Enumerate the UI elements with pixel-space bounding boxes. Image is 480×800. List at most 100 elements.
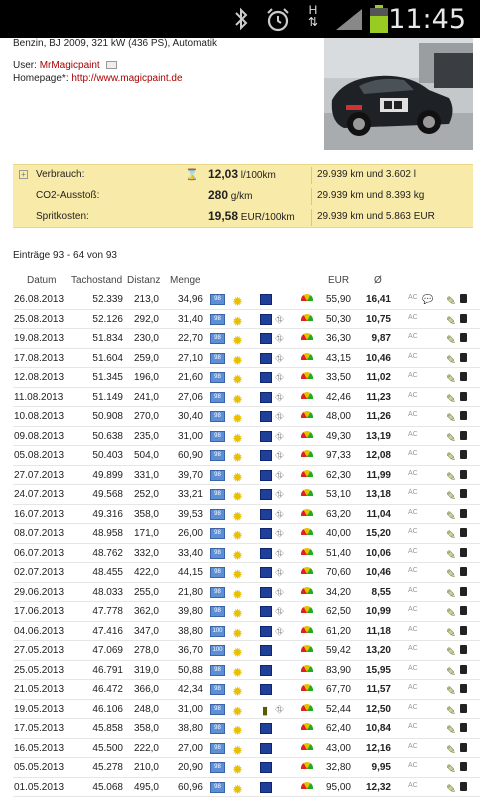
highway-icon [260,469,272,481]
delete-trash-icon[interactable] [460,586,467,596]
summary-info: 29.939 km und 5.863 EUR [317,211,435,222]
cell-distance: 255,0 [133,586,159,598]
table-row[interactable]: 11.08.2013 51.149 241,0 27,06 98 ✹ ⛗ 42,46 11,23… [13,388,480,407]
col-date[interactable]: Datum [27,275,56,286]
fuel-type-icon: 98 [210,469,225,481]
table-row[interactable]: 04.06.2013 47.416 347,0 38,80 100 ✹ ⛗ 61,20 11,1… [13,622,480,641]
edit-pencil-icon[interactable]: ✎ [446,392,456,406]
delete-trash-icon[interactable] [460,352,467,362]
delete-trash-icon[interactable] [460,742,467,752]
delete-trash-icon[interactable] [460,430,467,440]
edit-pencil-icon[interactable]: ✎ [446,567,456,581]
delete-trash-icon[interactable] [460,723,467,732]
cell-consumption: 10,06 [365,547,391,559]
edit-pencil-icon[interactable]: ✎ [446,606,456,620]
mail-icon[interactable] [105,61,117,70]
delete-trash-icon[interactable] [460,528,467,537]
table-row[interactable]: 19.05.2013 46.106 248,0 31,00 98 ✹ ▮ ⛗ 52,44 12,5… [13,700,480,719]
delete-trash-icon[interactable] [460,333,467,342]
delete-trash-icon[interactable] [460,450,467,459]
col-odometer[interactable]: Tachostand [71,275,122,286]
delete-trash-icon[interactable] [460,411,467,420]
edit-pencil-icon[interactable]: ✎ [446,684,456,698]
edit-pencil-icon[interactable]: ✎ [446,431,456,445]
edit-pencil-icon[interactable]: ✎ [446,743,456,757]
table-row[interactable]: 19.08.2013 51.834 230,0 22,70 98 ✹ ⛗ 36,30 9,87 A… [13,329,480,349]
table-row[interactable]: 10.08.2013 50.908 270,0 30,40 98 ✹ ⛗ 48,00 11,26… [13,407,480,427]
gauge-icon [301,703,313,711]
delete-trash-icon[interactable] [460,625,467,635]
delete-trash-icon[interactable] [460,469,467,479]
user-link[interactable]: MrMagicpaint [40,60,100,71]
edit-pencil-icon[interactable]: ✎ [446,509,456,523]
delete-trash-icon[interactable] [460,567,467,576]
table-row[interactable]: 25.08.2013 52.126 292,0 31,40 98 ✹ ⛗ 50,30 10,75… [13,310,480,329]
edit-pencil-icon[interactable]: ✎ [446,353,456,367]
edit-pencil-icon[interactable]: ✎ [446,548,456,562]
delete-trash-icon[interactable] [460,547,467,557]
edit-pencil-icon[interactable]: ✎ [446,587,456,601]
table-row[interactable]: 02.07.2013 48.455 422,0 44,15 98 ✹ ⛗ 70,60 10,46… [13,563,480,583]
edit-pencil-icon[interactable]: ✎ [446,704,456,718]
col-distance[interactable]: Distanz [127,275,160,286]
delete-trash-icon[interactable] [460,664,467,674]
col-consumption[interactable]: Ø [374,275,382,286]
table-row[interactable]: 26.08.2013 52.339 213,0 34,96 98 ✹ 55,90 16,41 A… [13,290,480,310]
table-row[interactable]: 27.07.2013 49.899 331,0 39,70 98 ✹ ⛗ 62,30 11,99… [13,466,480,485]
table-row[interactable]: 27.05.2013 47.069 278,0 36,70 100 ✹ 59,42 13,20… [13,641,480,661]
car-photo[interactable] [324,38,473,150]
edit-pencil-icon[interactable]: ✎ [446,333,456,347]
edit-pencil-icon[interactable]: ✎ [446,470,456,484]
cell-odometer: 51.604 [92,352,123,364]
table-row[interactable]: 16.07.2013 49.316 358,0 39,53 98 ✹ ⛗ 63,20 11,04… [13,505,480,524]
table-row[interactable]: 05.08.2013 50.403 504,0 60,90 98 ✹ ⛗ 97,33 12,08… [13,446,480,466]
col-eur[interactable]: EUR [328,275,349,286]
edit-pencil-icon[interactable]: ✎ [446,294,456,308]
delete-trash-icon[interactable] [460,781,467,791]
delete-trash-icon[interactable] [460,294,467,303]
table-row[interactable]: 17.05.2013 45.858 358,0 38,80 98 ✹ 62,40 10,84 A… [13,719,480,739]
edit-pencil-icon[interactable]: ✎ [446,489,456,503]
edit-pencil-icon[interactable]: ✎ [446,762,456,776]
delete-trash-icon[interactable] [460,703,467,713]
country-road-icon: ⛗ [275,450,284,462]
comment-icon[interactable]: 💬 [422,294,433,305]
delete-trash-icon[interactable] [460,762,467,771]
ac-icon: AC [408,430,418,438]
delete-trash-icon[interactable] [460,508,467,518]
table-row[interactable]: 12.08.2013 51.345 196,0 21,60 98 ✹ ⛗ 33,50 11,02… [13,368,480,388]
fuel-type-icon: 98 [210,528,225,539]
table-row[interactable]: 21.05.2013 46.472 366,0 42,34 98 ✹ 67,70 11,57 A… [13,680,480,700]
delete-trash-icon[interactable] [460,372,467,381]
table-row[interactable]: 05.05.2013 45.278 210,0 20,90 98 ✹ 32,80 9,95 AC… [13,758,480,778]
delete-trash-icon[interactable] [460,391,467,401]
table-row[interactable]: 09.08.2013 50.638 235,0 31,00 98 ✹ ⛗ 49,30 13,19… [13,427,480,446]
edit-pencil-icon[interactable]: ✎ [446,782,456,796]
table-row[interactable]: 17.06.2013 47.778 362,0 39,80 98 ✹ ⛗ 62,50 10,99… [13,602,480,622]
table-row[interactable]: 08.07.2013 48.958 171,0 26,00 98 ✹ ⛗ 40,00 15,20… [13,524,480,544]
edit-pencil-icon[interactable]: ✎ [446,411,456,425]
table-row[interactable]: 06.07.2013 48.762 332,0 33,40 98 ✹ ⛗ 51,40 10,06… [13,544,480,563]
table-row[interactable]: 24.07.2013 49.568 252,0 33,21 98 ✹ ⛗ 53,10 13,18… [13,485,480,505]
table-row[interactable]: 17.08.2013 51.604 259,0 27,10 98 ✹ ⛗ 43,15 10,46… [13,349,480,368]
delete-trash-icon[interactable] [460,645,467,654]
delete-trash-icon[interactable] [460,489,467,498]
table-row[interactable]: 25.05.2013 46.791 319,0 50,88 98 ✹ 83,90 15,95 A… [13,661,480,680]
edit-pencil-icon[interactable]: ✎ [446,450,456,464]
edit-pencil-icon[interactable]: ✎ [446,723,456,737]
delete-trash-icon[interactable] [460,313,467,323]
edit-pencil-icon[interactable]: ✎ [446,314,456,328]
table-row[interactable]: 29.06.2013 48.033 255,0 21,80 98 ✹ ⛗ 34,20 8,55 A… [13,583,480,602]
delete-trash-icon[interactable] [460,606,467,615]
edit-pencil-icon[interactable]: ✎ [446,372,456,386]
delete-trash-icon[interactable] [460,684,467,693]
table-row[interactable]: 16.05.2013 45.500 222,0 27,00 98 ✹ 43,00 12,16 A… [13,739,480,758]
table-row[interactable]: 01.05.2013 45.068 495,0 60,96 98 ✹ 95,00 12,32 A… [13,778,480,797]
edit-pencil-icon[interactable]: ✎ [446,528,456,542]
expand-icon[interactable]: + [19,170,28,179]
edit-pencil-icon[interactable]: ✎ [446,645,456,659]
homepage-link[interactable]: http://www.magicpaint.de [71,73,182,84]
edit-pencil-icon[interactable]: ✎ [446,665,456,679]
edit-pencil-icon[interactable]: ✎ [446,626,456,640]
col-quantity[interactable]: Menge [170,275,201,286]
